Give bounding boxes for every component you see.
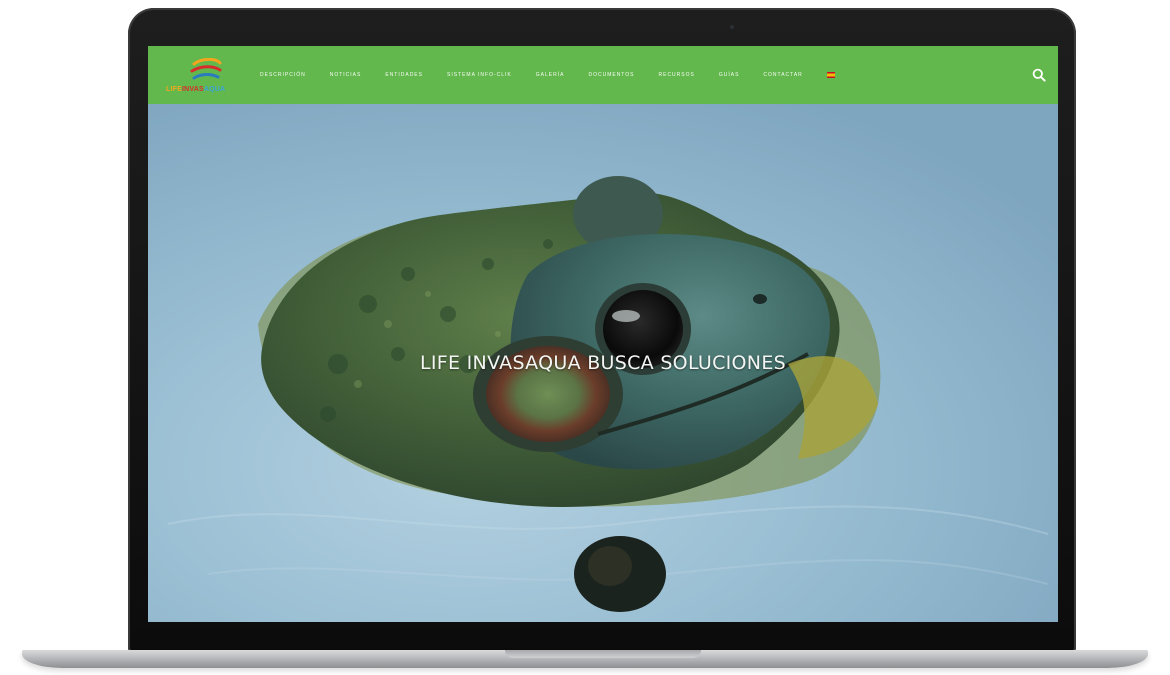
nav-item-descripcion[interactable]: DESCRIPCIÓN: [260, 72, 306, 78]
logo-text: LIFEINVASAQUA: [166, 86, 225, 93]
nav-item-contactar[interactable]: CONTACTAR: [763, 72, 802, 78]
nav-item-documentos[interactable]: DOCUMENTOS: [588, 72, 634, 78]
hero-title: LIFE INVASAQUA BUSCA SOLUCIONES: [419, 352, 786, 374]
laptop-base-notch: [505, 650, 701, 658]
site-logo[interactable]: LIFEINVASAQUA: [162, 58, 238, 98]
nav-item-entidades[interactable]: ENTIDADES: [385, 72, 423, 78]
spain-flag-icon[interactable]: [826, 72, 835, 78]
laptop-mockup: LIFEINVASAQUA DESCRIPCIÓN NOTICIAS ENTID…: [0, 0, 1170, 675]
nav-item-sistema[interactable]: SISTEMA INFO-CLIK: [447, 72, 512, 78]
nav-item-galeria[interactable]: GALERÍA: [536, 72, 565, 78]
search-icon[interactable]: [1032, 68, 1046, 82]
laptop-screen: LIFEINVASAQUA DESCRIPCIÓN NOTICIAS ENTID…: [148, 46, 1058, 622]
site-header: LIFEINVASAQUA DESCRIPCIÓN NOTICIAS ENTID…: [148, 46, 1058, 104]
main-nav: DESCRIPCIÓN NOTICIAS ENTIDADES SISTEMA I…: [260, 46, 835, 104]
logo-text-invas: INVAS: [181, 86, 204, 93]
logo-swoosh-icon: [190, 58, 222, 80]
nav-item-guias[interactable]: GUÍAS: [719, 72, 740, 78]
nav-item-recursos[interactable]: RECURSOS: [659, 72, 695, 78]
logo-text-aqua: AQUA: [203, 86, 226, 93]
hero-banner: LIFE INVASAQUA BUSCA SOLUCIONES: [148, 104, 1058, 622]
logo-text-life: LIFE: [166, 86, 182, 93]
nav-item-noticias[interactable]: NOTICIAS: [330, 72, 362, 78]
camera-dot: [730, 25, 734, 29]
